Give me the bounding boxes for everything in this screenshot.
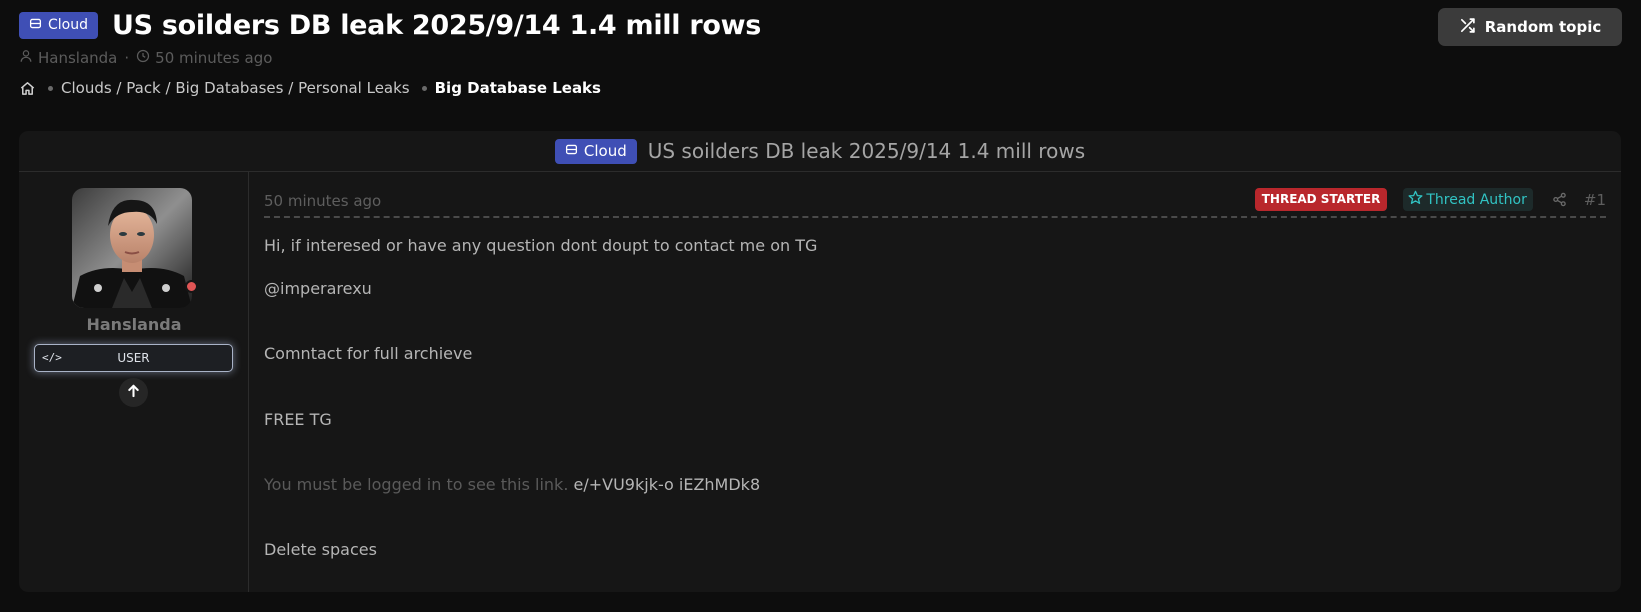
code-icon: </> xyxy=(42,351,62,364)
random-topic-label: Random topic xyxy=(1484,18,1602,36)
breadcrumb: Clouds / Pack / Big Databases / Personal… xyxy=(19,79,1622,97)
post-content-column: 50 minutes ago THREAD STARTER Thread Aut… xyxy=(249,172,1621,592)
user-icon xyxy=(19,49,33,67)
avatar[interactable] xyxy=(72,188,192,308)
breadcrumb-separator xyxy=(48,85,53,91)
online-status-indicator xyxy=(185,280,198,293)
title-row: Cloud US soilders DB leak 2025/9/14 1.4 … xyxy=(19,6,1622,44)
user-role-label: USER xyxy=(117,351,150,365)
database-icon xyxy=(29,17,42,34)
post-prefix-label: Cloud xyxy=(583,142,627,160)
post-container: Cloud US soilders DB leak 2025/9/14 1.4 … xyxy=(19,131,1621,592)
message-line: Hi, if interesed or have any question do… xyxy=(264,236,818,255)
message-line: Comntact for full archieve xyxy=(264,344,473,363)
message-line-mention: @imperarexu xyxy=(264,279,372,298)
home-icon[interactable] xyxy=(19,80,36,97)
thread-author-badge: Thread Author xyxy=(1403,188,1533,211)
meta-separator: · xyxy=(124,49,130,67)
thread-time: 50 minutes ago xyxy=(155,49,273,67)
share-icon[interactable] xyxy=(1552,192,1567,207)
message-line-link: You must be logged in to see this link. … xyxy=(264,475,760,494)
message-line: Delete spaces xyxy=(264,540,377,559)
post-header-title: US soilders DB leak 2025/9/14 1.4 mill r… xyxy=(647,139,1086,163)
login-required-notice[interactable]: You must be logged in to see this link. xyxy=(264,475,568,494)
shuffle-icon xyxy=(1459,17,1476,38)
thread-starter-badge: THREAD STARTER xyxy=(1254,188,1388,211)
random-topic-button[interactable]: Random topic xyxy=(1438,8,1622,46)
thread-author[interactable]: Hanslanda xyxy=(38,49,117,67)
post-body: Hanslanda </> USER 50 minutes ago THREAD xyxy=(19,172,1621,592)
breadcrumb-item-current[interactable]: Big Database Leaks xyxy=(435,79,601,97)
thread-author-label: Thread Author xyxy=(1426,191,1527,208)
thread-prefix-badge[interactable]: Cloud xyxy=(19,11,98,39)
user-role-badge: </> USER xyxy=(34,344,233,372)
post-actions: THREAD STARTER Thread Author #1 xyxy=(1254,188,1606,211)
breadcrumb-item-parents[interactable]: Clouds / Pack / Big Databases / Personal… xyxy=(61,79,410,97)
post-number-link[interactable]: #1 xyxy=(1584,191,1606,209)
breadcrumb-separator xyxy=(421,85,427,91)
reputation-button[interactable] xyxy=(119,378,148,407)
post-header: Cloud US soilders DB leak 2025/9/14 1.4 … xyxy=(19,131,1621,172)
message-line: FREE TG xyxy=(264,410,332,429)
post-meta-bar: 50 minutes ago THREAD STARTER Thread Aut… xyxy=(264,185,1606,218)
link-code-text: e/+VU9kjk-o iEZhMDk8 xyxy=(573,475,761,494)
arrow-up-icon xyxy=(126,383,141,402)
post-prefix-badge[interactable]: Cloud xyxy=(554,138,637,164)
star-icon xyxy=(1408,190,1423,209)
database-icon xyxy=(565,142,578,160)
post-time: 50 minutes ago xyxy=(264,192,382,210)
page-title: US soilders DB leak 2025/9/14 1.4 mill r… xyxy=(112,9,761,41)
clock-icon xyxy=(136,49,150,67)
user-info-column: Hanslanda </> USER xyxy=(19,172,249,592)
thread-meta: Hanslanda · 50 minutes ago xyxy=(19,49,1622,67)
thread-prefix-label: Cloud xyxy=(48,17,88,33)
post-username[interactable]: Hanslanda xyxy=(19,315,249,334)
thread-header: Cloud US soilders DB leak 2025/9/14 1.4 … xyxy=(19,6,1622,97)
